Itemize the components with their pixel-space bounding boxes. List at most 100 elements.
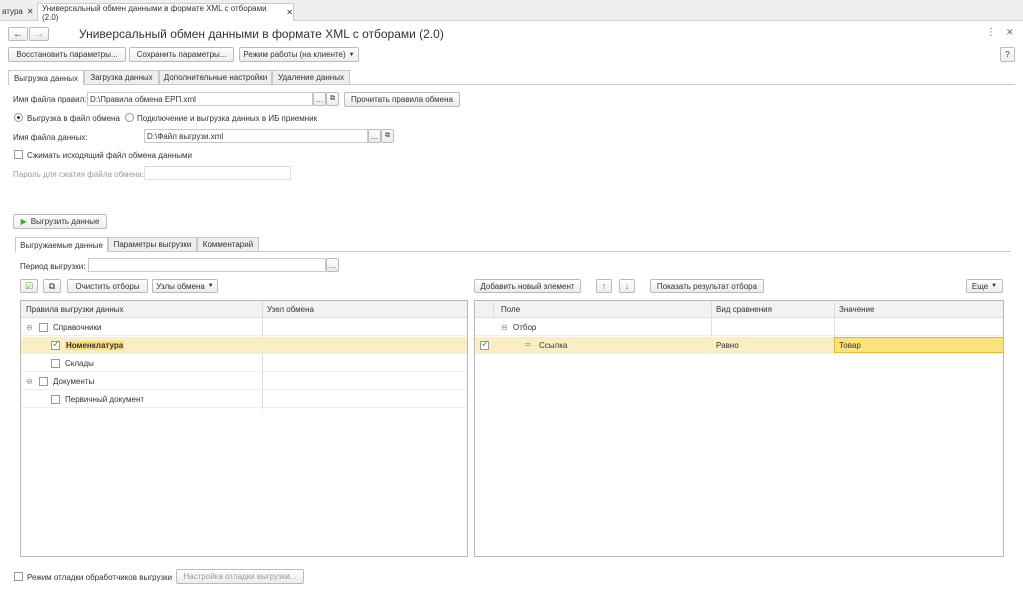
row-label: Склады	[65, 359, 94, 368]
row-checkbox[interactable]: ✓	[480, 339, 490, 350]
more-vert-icon[interactable]: ⋮	[986, 27, 996, 38]
column-separator	[493, 301, 494, 318]
rules-file-open-button[interactable]: ⧉	[326, 92, 339, 106]
radio-dot	[17, 116, 20, 119]
tab-extra-settings[interactable]: Дополнительные настройки	[159, 70, 272, 84]
filter-grid[interactable]: Поле Вид сравнения Значение ⊖ Отбор ✓ ═ …	[474, 300, 1004, 557]
collapse-icon[interactable]: ⊖	[26, 377, 33, 386]
value-text: Товар	[839, 341, 861, 350]
grid-header: Правила выгрузки данных Узел обмена	[21, 301, 467, 318]
mode-dropdown[interactable]: Режим работы (на клиенте) ▼	[239, 47, 359, 62]
exchange-nodes-dropdown[interactable]: Узлы обмена ▼	[152, 279, 218, 293]
forward-button[interactable]: →	[29, 27, 49, 41]
copy-button[interactable]: ⧉	[43, 279, 61, 293]
data-file-open-button[interactable]: ⧉	[381, 129, 394, 143]
value-cell[interactable]: Товар	[834, 337, 1004, 353]
debug-mode-checkbox[interactable]	[14, 572, 23, 581]
debug-settings-button[interactable]: Настройка отладки выгрузки...	[176, 569, 304, 584]
main-tabs-line	[8, 84, 1015, 85]
row-checkbox[interactable]	[51, 395, 60, 404]
filter-group-row[interactable]: ⊖ Отбор	[475, 319, 1003, 336]
exchange-nodes-label: Узлы обмена	[156, 281, 205, 291]
close-icon[interactable]: ✕	[1006, 27, 1014, 38]
rules-file-label: Имя файла правил:	[13, 95, 87, 104]
collapse-icon[interactable]: ⊖	[26, 323, 33, 332]
export-data-button[interactable]: ▶ Выгрузить данные	[13, 214, 107, 229]
export-rules-grid[interactable]: Правила выгрузки данных Узел обмена ⊖ Сп…	[20, 300, 468, 557]
debug-mode-label: Режим отладки обработчиков выгрузки	[27, 573, 173, 582]
compress-checkbox[interactable]	[14, 150, 23, 159]
move-up-button[interactable]: ↑	[596, 279, 612, 293]
rules-file-input[interactable]: D:\Правила обмена ЕРП.xml	[87, 92, 313, 106]
rules-file-browse-button[interactable]: …	[313, 92, 326, 106]
top-tab-label: атура	[2, 7, 23, 16]
export-data-label: Выгрузить данные	[30, 217, 100, 226]
close-icon[interactable]: ✕	[27, 7, 34, 16]
radio-file-export[interactable]	[14, 113, 23, 122]
move-down-button[interactable]: ↓	[619, 279, 635, 293]
chevron-down-icon: ▼	[207, 283, 214, 289]
check-all-button[interactable]: ☑	[20, 279, 38, 293]
check-icon: ✓	[481, 339, 490, 350]
collapse-icon[interactable]: ⊖	[501, 323, 508, 332]
radio-ib-export-label: Подключение и выгрузка данных в ИБ прием…	[137, 114, 318, 123]
check-all-icon: ☑	[24, 280, 34, 291]
table-row[interactable]: ⊖ Справочники	[21, 319, 467, 336]
play-icon: ▶	[20, 217, 27, 226]
filter-row[interactable]: ✓ ═ Ссылка Равно Товар	[475, 337, 1004, 354]
data-file-input[interactable]: D:\Файл выгрузи.xml	[144, 129, 368, 143]
data-file-label: Имя файла данных:	[13, 133, 88, 142]
tab-export[interactable]: Выгрузка данных	[8, 70, 84, 85]
top-tab-prev[interactable]: атура ✕	[0, 3, 36, 20]
period-browse-button[interactable]: …	[326, 258, 339, 272]
page-title: Универсальный обмен данными в формате XM…	[79, 27, 444, 41]
check-icon: ✓	[52, 339, 61, 350]
password-input[interactable]	[144, 166, 291, 180]
row-checkbox[interactable]	[39, 377, 48, 386]
tab-export-params[interactable]: Параметры выгрузки	[108, 237, 197, 251]
column-header[interactable]: Поле	[501, 305, 520, 314]
tab-exported-data[interactable]: Выгружаемые данные	[15, 237, 108, 252]
column-header[interactable]: Вид сравнения	[716, 305, 772, 314]
table-row[interactable]: ✓ Номенклатура	[21, 337, 467, 354]
clear-filters-button[interactable]: Очистить отборы	[67, 279, 148, 293]
read-rules-button[interactable]: Прочитать правила обмена	[344, 92, 460, 107]
row-label: Первичный документ	[65, 395, 145, 404]
restore-params-button[interactable]: Восстановить параметры...	[8, 47, 126, 62]
period-input[interactable]	[88, 258, 326, 272]
arrow-down-icon: ↓	[624, 281, 630, 291]
table-row[interactable]: ⊖ Документы	[21, 373, 467, 390]
compress-label: Сжимать исходящий файл обмена данными	[27, 151, 192, 160]
tab-delete[interactable]: Удаление данных	[272, 70, 350, 84]
add-element-button[interactable]: Добавить новый элемент	[474, 279, 581, 293]
tab-import[interactable]: Загрузка данных	[84, 70, 159, 84]
more-dropdown[interactable]: Еще ▼	[966, 279, 1003, 293]
row-label: Документы	[53, 377, 95, 386]
help-button[interactable]: ?	[1000, 47, 1015, 62]
close-icon[interactable]: ✕	[286, 8, 293, 17]
mode-label: Режим работы (на клиенте)	[243, 50, 346, 59]
save-params-button[interactable]: Сохранить параметры...	[129, 47, 234, 62]
radio-ib-export[interactable]	[125, 113, 134, 122]
column-header[interactable]: Значение	[839, 305, 874, 314]
chevron-down-icon: ▼	[991, 283, 998, 289]
chevron-down-icon: ▼	[348, 51, 355, 58]
password-label: Пароль для сжатия файла обмена:	[13, 170, 145, 179]
show-filter-result-button[interactable]: Показать результат отбора	[650, 279, 764, 293]
data-file-value: D:\Файл выгрузи.xml	[147, 131, 224, 141]
comparison-type[interactable]: Равно	[716, 341, 739, 350]
period-label: Период выгрузки:	[20, 262, 86, 271]
row-checkbox[interactable]	[39, 323, 48, 332]
row-checkbox[interactable]: ✓	[51, 339, 61, 350]
table-row[interactable]: Первичный документ	[21, 391, 467, 408]
group-label: Отбор	[513, 323, 537, 332]
column-header[interactable]: Узел обмена	[267, 305, 314, 314]
table-row[interactable]: Склады	[21, 355, 467, 372]
more-label: Еще	[971, 281, 989, 291]
row-checkbox[interactable]	[51, 359, 60, 368]
tab-comment[interactable]: Комментарий	[197, 237, 259, 251]
column-header[interactable]: Правила выгрузки данных	[26, 305, 124, 314]
top-tab-active[interactable]: Универсальный обмен данными в формате XM…	[37, 3, 294, 22]
data-file-browse-button[interactable]: …	[368, 129, 381, 143]
back-button[interactable]: ←	[8, 27, 28, 41]
